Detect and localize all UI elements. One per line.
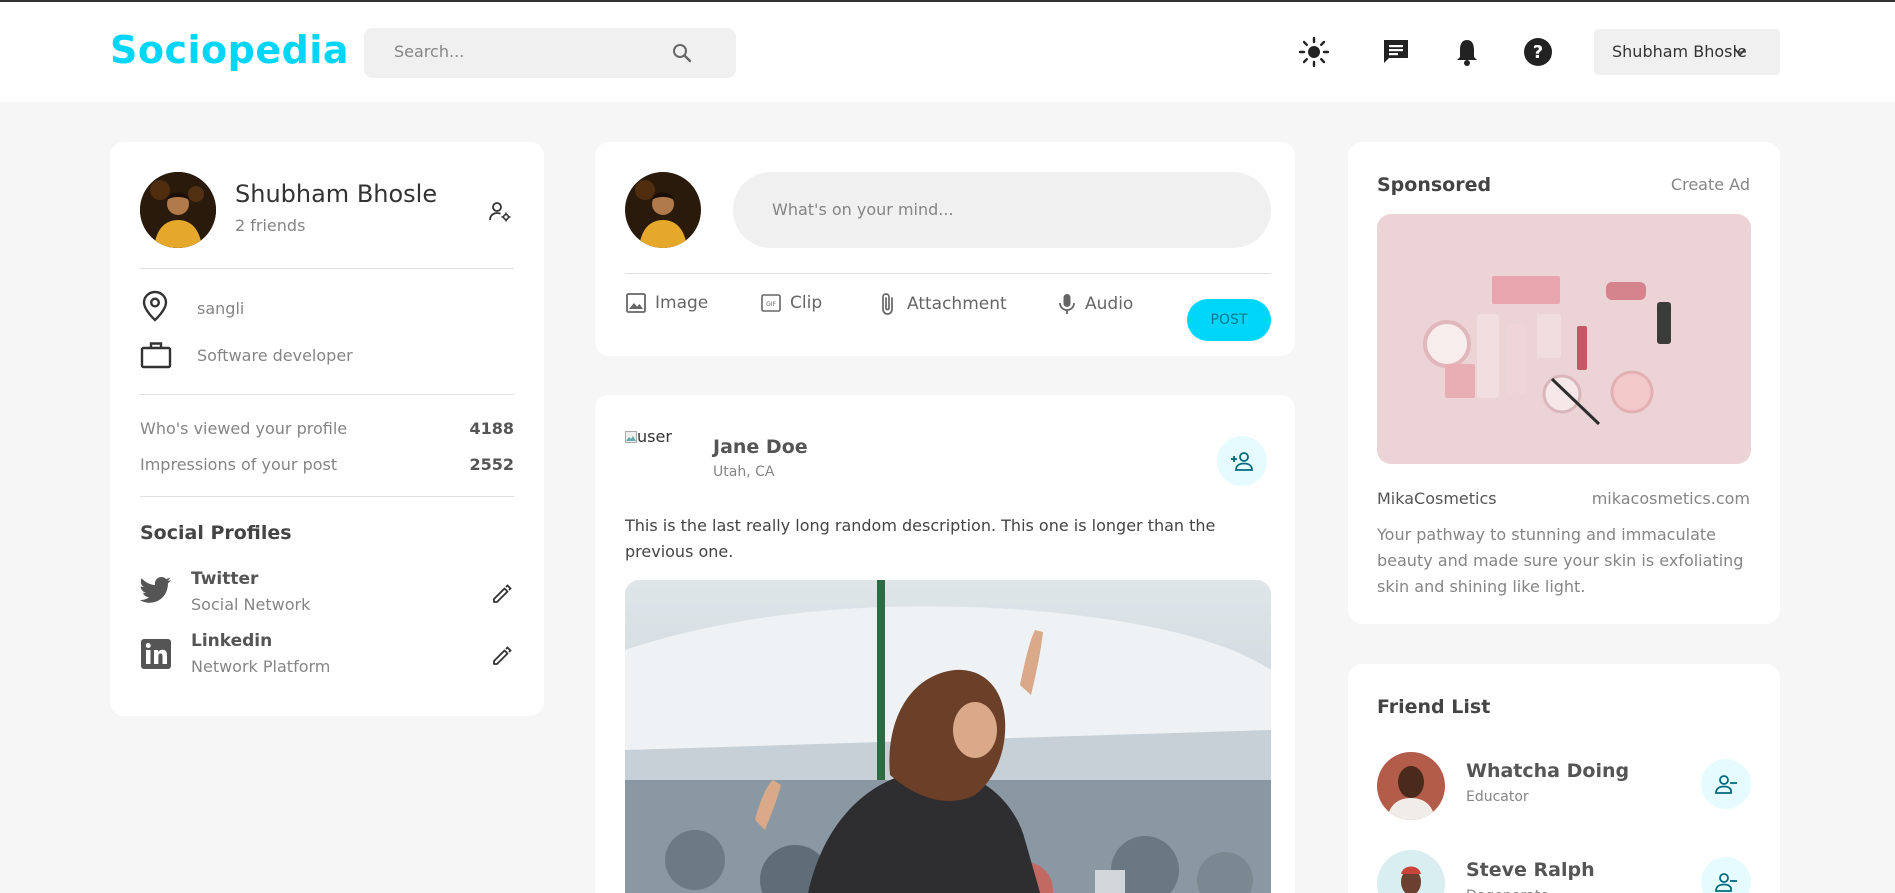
tool-label: Attachment xyxy=(907,294,1007,314)
sponsored-heading: Sponsored xyxy=(1377,174,1492,196)
add-friend-button[interactable] xyxy=(1217,436,1267,486)
avatar-alt-text: user xyxy=(637,427,672,446)
profile-location: sangli xyxy=(197,299,245,318)
attachment-tool-button[interactable]: Attachment xyxy=(877,292,1007,316)
post-composer: What's on your mind... Image GIF Clip At… xyxy=(595,142,1295,356)
stat-value: 2552 xyxy=(469,455,514,474)
divider xyxy=(140,268,514,269)
friend-role: Degenerate xyxy=(1466,888,1549,893)
search-icon[interactable] xyxy=(670,41,694,65)
user-menu-name: Shubham Bhosle xyxy=(1612,42,1747,61)
post-button[interactable]: POST xyxy=(1187,299,1271,341)
broken-image-icon xyxy=(625,431,637,443)
person-remove-icon xyxy=(1715,775,1737,794)
ad-image[interactable] xyxy=(1377,214,1751,464)
social-name[interactable]: Linkedin xyxy=(191,631,272,651)
bell-icon[interactable] xyxy=(1451,36,1483,68)
edit-icon[interactable] xyxy=(491,645,513,667)
friend-name[interactable]: Whatcha Doing xyxy=(1466,760,1629,782)
tool-label: Clip xyxy=(790,293,823,313)
user-menu-select[interactable]: Shubham Bhosle xyxy=(1594,29,1780,75)
profile-occupation: Software developer xyxy=(197,346,353,365)
stat-label: Impressions of your post xyxy=(140,455,338,474)
briefcase-icon xyxy=(140,342,172,369)
profile-friends-count: 2 friends xyxy=(235,216,306,235)
post-card: user Jane Doe Utah, CA This is the last … xyxy=(595,395,1295,893)
logo[interactable]: Sociopedia xyxy=(110,28,349,72)
sun-icon[interactable] xyxy=(1298,36,1330,68)
chevron-down-icon xyxy=(1734,48,1746,57)
social-type: Social Network xyxy=(191,595,311,614)
post-author-location: Utah, CA xyxy=(713,464,775,480)
post-image[interactable] xyxy=(625,580,1271,893)
post-author-name[interactable]: Jane Doe xyxy=(713,436,808,458)
stat-value: 4188 xyxy=(469,419,514,438)
friend-list-heading: Friend List xyxy=(1377,696,1491,718)
post-description: This is the last really long random desc… xyxy=(625,516,1216,561)
social-name[interactable]: Twitter xyxy=(191,569,258,589)
linkedin-icon xyxy=(141,639,171,669)
manage-accounts-icon[interactable] xyxy=(488,200,512,224)
image-icon xyxy=(626,293,646,313)
edit-icon[interactable] xyxy=(491,583,513,605)
search-input[interactable]: Search... xyxy=(394,42,464,61)
post-input[interactable]: What's on your mind... xyxy=(733,172,1271,248)
svg-text:GIF: GIF xyxy=(766,301,776,308)
ad-url[interactable]: mikacosmetics.com xyxy=(1592,489,1750,508)
post-input-placeholder: What's on your mind... xyxy=(772,200,954,219)
help-icon[interactable]: ? xyxy=(1522,36,1554,68)
location-icon xyxy=(142,290,168,322)
ad-brand[interactable]: MikaCosmetics xyxy=(1377,489,1497,508)
twitter-icon xyxy=(140,577,171,603)
divider xyxy=(625,273,1271,274)
friend-avatar[interactable] xyxy=(1377,850,1445,893)
remove-friend-button[interactable] xyxy=(1701,759,1751,809)
composer-avatar[interactable] xyxy=(625,172,701,248)
audio-tool-button[interactable]: Audio xyxy=(1057,292,1133,316)
gif-icon: GIF xyxy=(761,294,781,312)
friend-avatar[interactable] xyxy=(1377,752,1445,820)
attachment-icon xyxy=(882,293,893,315)
friend-name[interactable]: Steve Ralph xyxy=(1466,859,1595,881)
message-icon[interactable] xyxy=(1380,36,1412,68)
search-bar[interactable]: Search... xyxy=(364,28,736,78)
remove-friend-button[interactable] xyxy=(1701,857,1751,893)
tool-label: Image xyxy=(655,293,709,313)
friend-list-card: Friend List Whatcha Doing Educator Steve… xyxy=(1348,664,1780,893)
person-add-icon xyxy=(1231,452,1253,471)
clip-tool-button[interactable]: GIF Clip xyxy=(760,292,822,314)
friend-role: Educator xyxy=(1466,789,1529,805)
profile-card: Shubham Bhosle 2 friends sangli Software… xyxy=(110,142,544,716)
sponsored-card: Sponsored Create Ad MikaCosmetics mikaco… xyxy=(1348,142,1780,624)
svg-text:?: ? xyxy=(1533,42,1543,63)
stat-label: Who's viewed your profile xyxy=(140,419,348,438)
microphone-icon xyxy=(1059,294,1075,314)
image-tool-button[interactable]: Image xyxy=(625,292,708,314)
social-profiles-heading: Social Profiles xyxy=(140,522,292,544)
profile-avatar[interactable] xyxy=(140,172,216,248)
tool-label: Audio xyxy=(1085,294,1134,314)
social-type: Network Platform xyxy=(191,657,331,676)
post-author-avatar[interactable]: user xyxy=(625,427,685,487)
ad-description: Your pathway to stunning and immaculate … xyxy=(1377,525,1744,596)
profile-name[interactable]: Shubham Bhosle xyxy=(235,180,437,208)
navbar: Sociopedia Search... ? Shubham Bhosle xyxy=(0,2,1895,102)
divider xyxy=(140,496,514,497)
person-remove-icon xyxy=(1715,873,1737,892)
divider xyxy=(140,394,514,395)
create-ad-link[interactable]: Create Ad xyxy=(1671,175,1750,194)
